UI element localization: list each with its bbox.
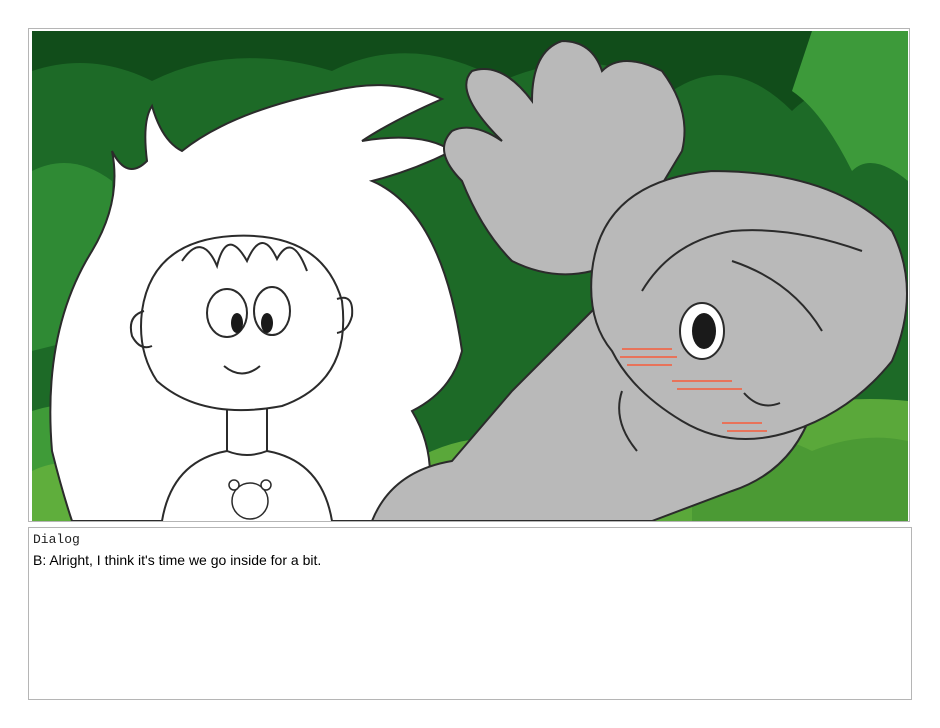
storyboard-panel-image bbox=[32, 31, 908, 521]
dialog-text: B: Alright, I think it's time we go insi… bbox=[33, 552, 322, 568]
dialog-box: Dialog B: Alright, I think it's time we … bbox=[28, 527, 912, 700]
dialog-label: Dialog bbox=[33, 532, 80, 547]
panel-illustration bbox=[32, 31, 908, 521]
